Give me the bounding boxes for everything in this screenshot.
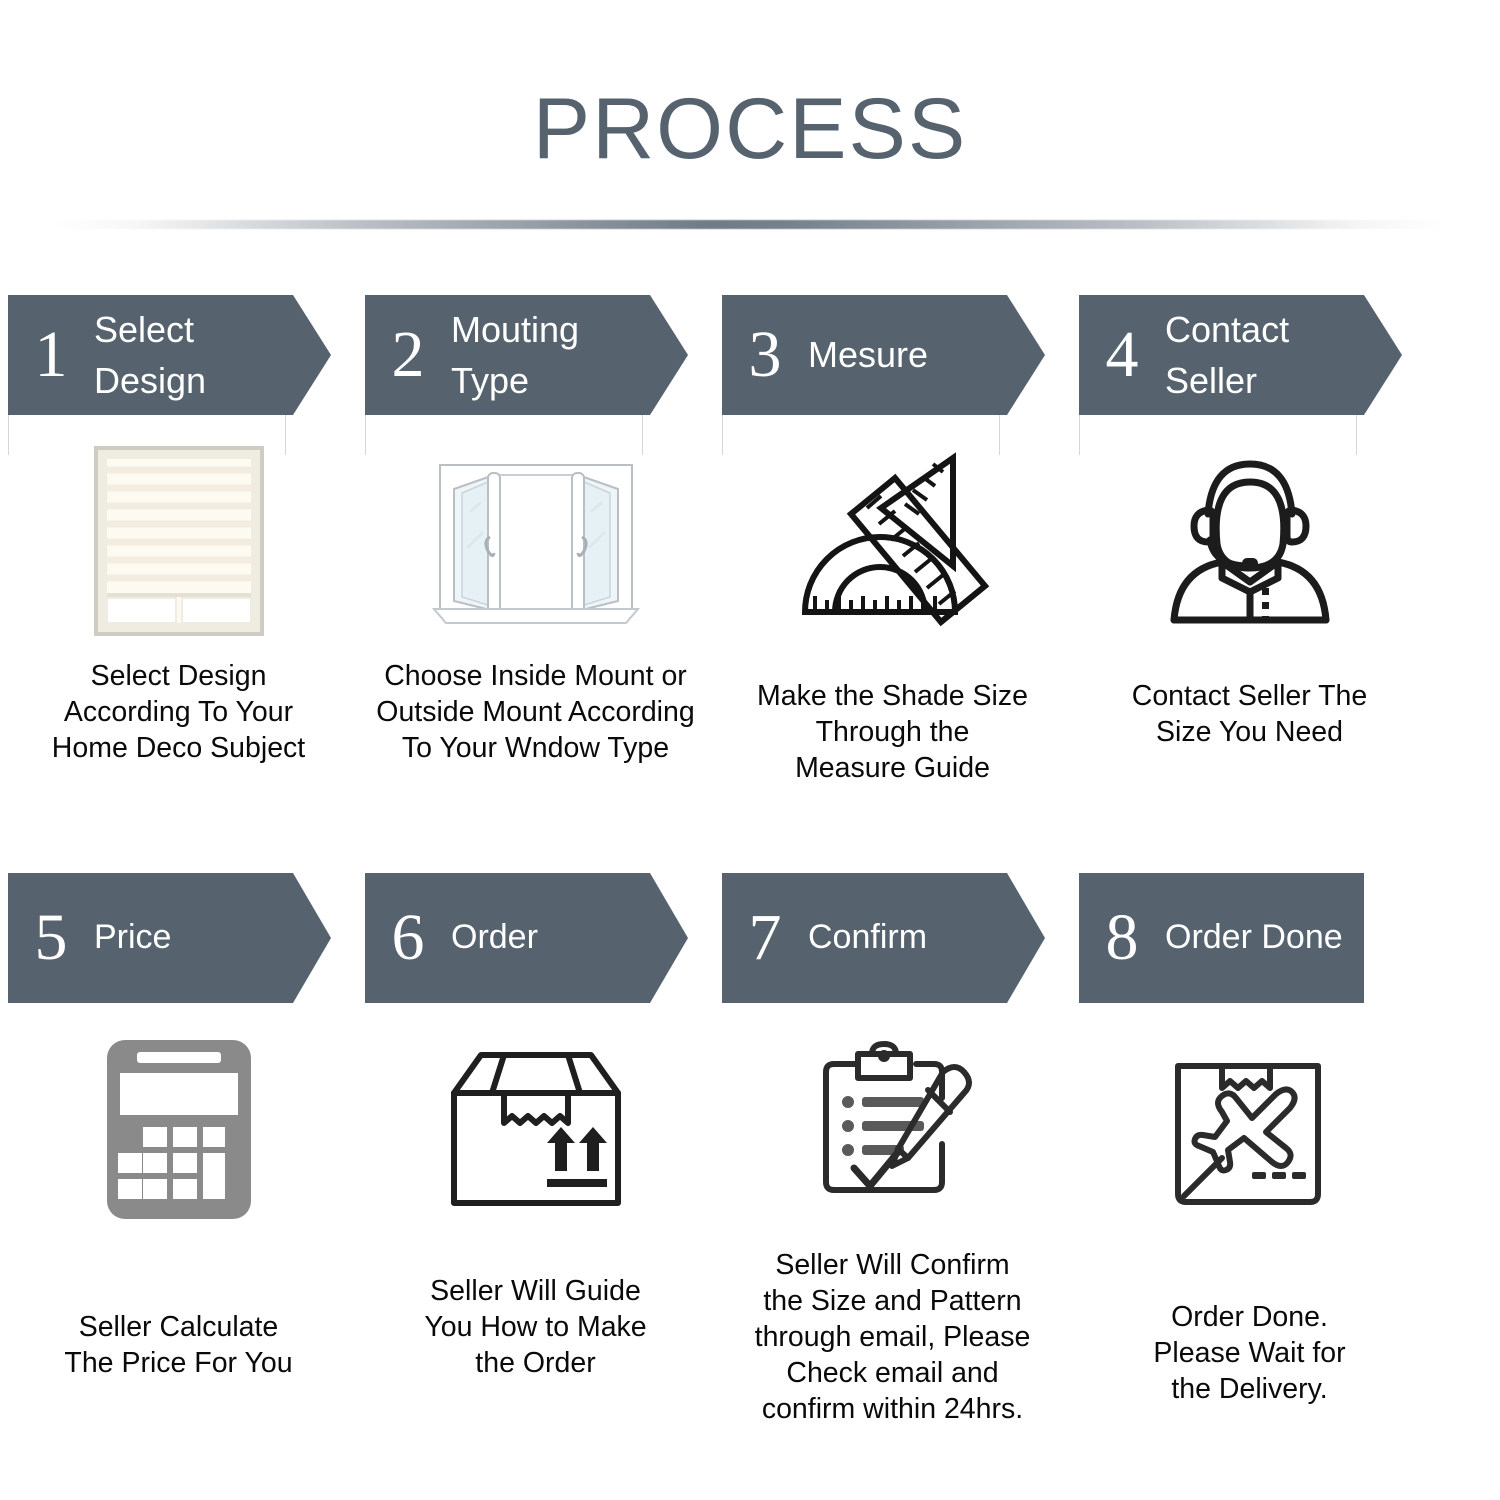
tick-left-3 [722,415,723,455]
tick-left-2 [365,415,366,455]
step-caption-5: Seller Calculate The Price For You [64,1310,293,1379]
step-banner-6: 6 Order [365,872,688,1003]
step-banner-1: 1 Select Design [8,295,331,415]
step-icon-1 [0,433,357,648]
step-card-7[interactable]: 7 Confirm Seller Will Confirm the Size a… [714,872,1071,1428]
headset-agent-icon [1170,460,1329,624]
page-header: PROCESS [0,0,1500,229]
step-number-3: 3 [748,318,782,391]
step-caption-8: Order Done. Please Wait for the Delivery… [1153,1300,1346,1405]
step-card-2[interactable]: 2 Mouting Type Choose Inside Mount or Ou… [357,295,714,787]
steps-row-2: 5 Price Seller Calculate The Price For Y… [0,872,1500,1428]
step-number-5: 5 [34,900,68,974]
banner-arrow-tip-1 [293,295,331,415]
header-divider [55,220,1445,229]
step-caption-2: Choose Inside Mount or Outside Mount Acc… [376,660,695,765]
tick-right-1 [285,415,286,455]
air-delivery-icon [1174,1062,1321,1205]
tick-right-2 [642,415,643,455]
casement-window-icon [431,463,640,624]
step-icon-7 [714,1025,1071,1235]
step-label-4: Contact Seller [1165,308,1290,401]
tick-left-1 [8,415,9,455]
process-infographic: PROCESS 1 Select Design Select Design Ac… [0,0,1500,1500]
step-banner-7: 7 Confirm [722,872,1045,1003]
step-icon-8 [1071,1025,1428,1235]
step-icon-5 [0,1025,357,1235]
step-label-7: Confirm [808,918,928,957]
step-label-1: Select Design [94,308,207,401]
banner-arrow-tip-4 [1364,295,1402,415]
step-caption-3: Make the Shade Size Through the Measure … [757,680,1028,785]
step-number-7: 7 [748,900,782,974]
banner-arrow-tip-2 [650,295,688,415]
step-icon-3 [714,433,1071,648]
step-number-8: 8 [1105,900,1139,974]
step-icon-6 [357,1025,714,1235]
step-icon-2 [357,433,714,648]
step-banner-3: 3 Mesure [722,295,1045,415]
step-banner-5: 5 Price [8,872,331,1003]
steps-row-1: 1 Select Design Select Design According … [0,295,1500,787]
calculator-icon [106,1040,251,1220]
steps-grid: 1 Select Design Select Design According … [0,295,1500,1428]
step-label-6: Order [451,918,538,957]
step-label-2: Mouting Type [451,308,580,401]
step-label-8: Order Done [1165,918,1343,957]
step-caption-6: Seller Will Guide You How to Make the Or… [424,1274,647,1379]
tick-left-4 [1079,415,1080,455]
banner-arrow-tip-7 [1007,872,1045,1003]
step-card-4[interactable]: 4 Contact Seller Contact Seller The Size… [1071,295,1428,787]
step-number-6: 6 [391,900,425,974]
step-label-5: Price [94,918,172,957]
step-banner-2: 2 Mouting Type [365,295,688,415]
clipboard-pen-icon [823,1040,972,1193]
banner-arrow-tip-6 [650,872,688,1003]
step-banner-8: 8 Order Done [1079,872,1364,1003]
page-title: PROCESS [532,81,968,177]
step-card-5[interactable]: 5 Price Seller Calculate The Price For Y… [0,872,357,1428]
step-number-1: 1 [34,318,68,391]
step-card-8[interactable]: 8 Order Done Order Done. Please Wait for… [1071,872,1428,1428]
window-blind-icon [93,445,264,636]
step-caption-7: Seller Will Confirm the Size and Pattern… [754,1248,1031,1426]
step-caption-4: Contact Seller The Size You Need [1131,680,1368,749]
step-icon-4 [1071,433,1428,648]
tick-right-3 [999,415,1000,455]
step-label-3: Mesure [808,334,929,376]
step-banner-4: 4 Contact Seller [1079,295,1402,415]
step-card-3[interactable]: 3 Mesure Make the Shade Size Through the… [714,295,1071,787]
step-number-2: 2 [391,318,425,391]
step-caption-1: Select Design According To Your Home Dec… [51,660,306,765]
step-card-6[interactable]: 6 Order Seller Will Guide You How to Mak… [357,872,714,1428]
banner-arrow-tip-3 [1007,295,1045,415]
ruler-protractor-icon [801,451,990,626]
banner-arrow-tip-5 [293,872,331,1003]
shipping-box-icon [450,1051,621,1206]
step-number-4: 4 [1105,318,1139,391]
tick-right-4 [1356,415,1357,455]
step-card-1[interactable]: 1 Select Design Select Design According … [0,295,357,787]
